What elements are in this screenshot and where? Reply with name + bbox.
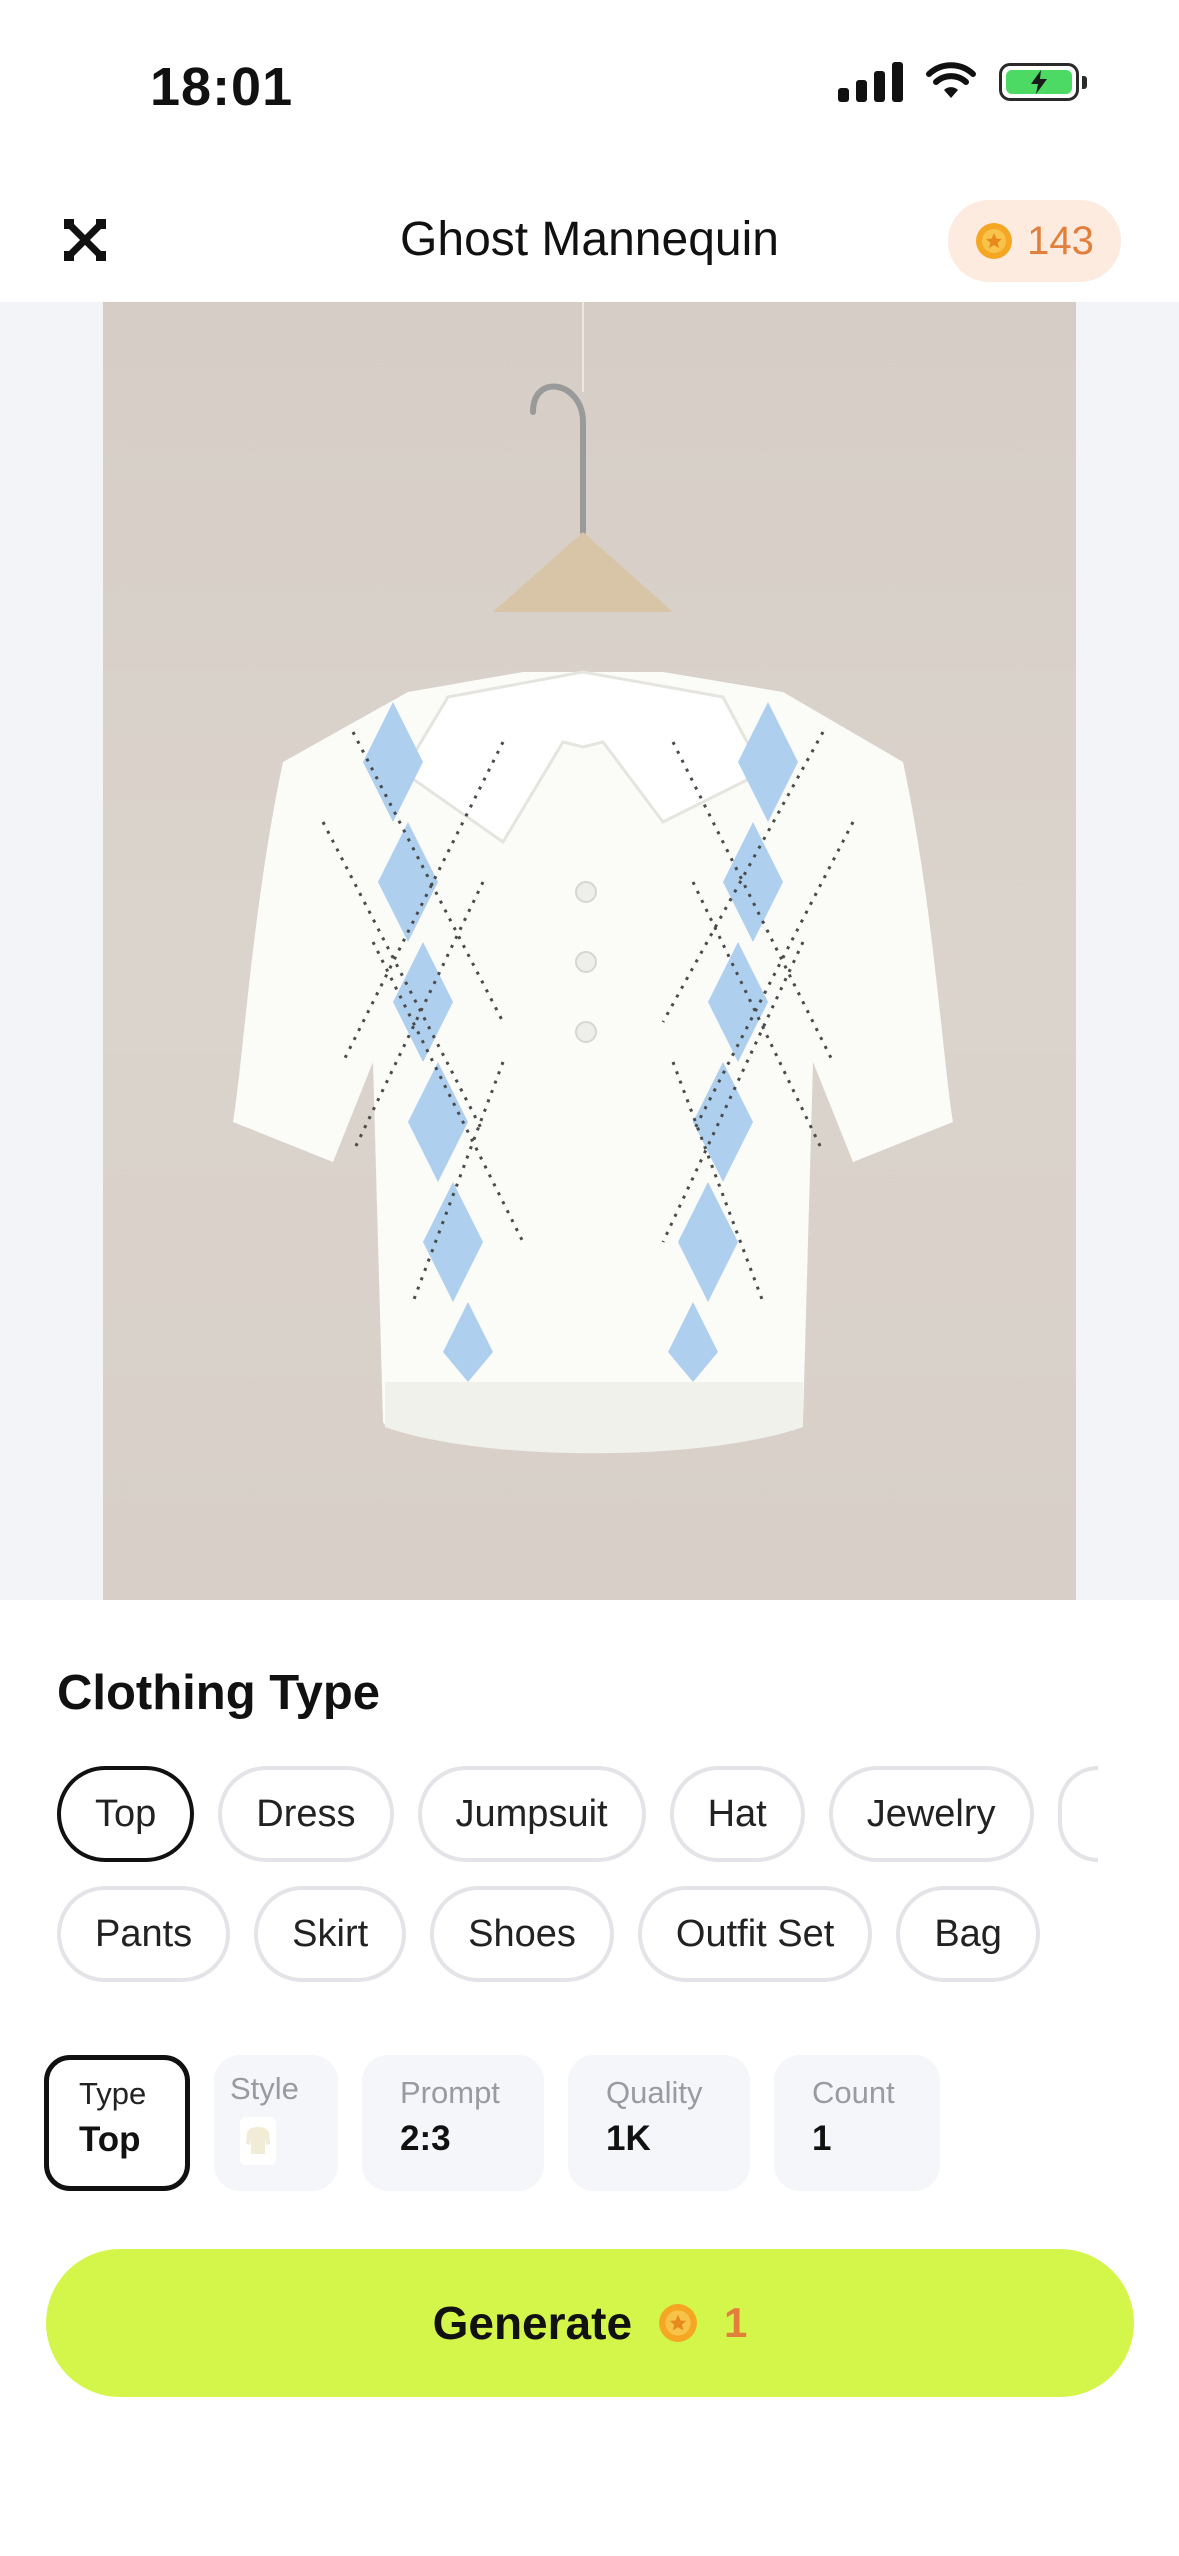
clothing-type-heading: Clothing Type — [57, 1666, 380, 1720]
prompt-setting-card[interactable]: Prompt 2:3 — [362, 2055, 544, 2191]
quality-value: 1K — [606, 2119, 651, 2158]
chip-skirt[interactable]: Skirt — [254, 1886, 407, 1982]
prompt-label: Prompt — [400, 2075, 500, 2110]
chip-jewelry[interactable]: Jewelry — [828, 1766, 1034, 1862]
chip-overflow-partial[interactable] — [1057, 1766, 1098, 1862]
prompt-value: 2:3 — [400, 2119, 451, 2158]
garment-illustration — [233, 302, 953, 1454]
chip-pants[interactable]: Pants — [57, 1886, 231, 1982]
style-setting-card[interactable]: Style — [214, 2055, 338, 2191]
status-time: 18:01 — [150, 57, 294, 117]
style-thumbnail — [240, 2117, 276, 2165]
wifi-icon — [926, 62, 976, 98]
chip-bag[interactable]: Bag — [896, 1886, 1040, 1982]
generate-button[interactable]: Generate 1 — [46, 2249, 1134, 2397]
generate-label: Generate — [432, 2297, 633, 2349]
count-value: 1 — [812, 2119, 832, 2158]
generation-settings: Type Top Style Prompt 2:3 Quality 1K Cou… — [44, 2055, 940, 2191]
cellular-signal-icon — [838, 62, 903, 102]
coin-count: 143 — [1027, 218, 1094, 263]
type-setting-card[interactable]: Type Top — [44, 2055, 190, 2191]
quality-label: Quality — [606, 2075, 703, 2110]
count-label: Count — [812, 2075, 895, 2110]
chip-top[interactable]: Top — [57, 1766, 195, 1862]
style-label: Style — [230, 2071, 299, 2106]
battery-icon — [999, 63, 1087, 101]
status-bar: 18:01 — [0, 0, 1179, 175]
count-setting-card[interactable]: Count 1 — [774, 2055, 940, 2191]
shirt-thumbnail-icon — [246, 2127, 270, 2154]
coin-icon — [659, 2304, 697, 2342]
chip-jumpsuit[interactable]: Jumpsuit — [417, 1766, 646, 1862]
chip-outfit-set[interactable]: Outfit Set — [637, 1886, 873, 1982]
chip-dress[interactable]: Dress — [218, 1766, 394, 1862]
charging-bolt-icon — [1031, 70, 1047, 94]
type-value: Top — [79, 2120, 141, 2159]
status-icons — [838, 62, 1087, 102]
generate-cost: 1 — [724, 2299, 748, 2346]
clothing-type-row-2: Pants Skirt Shoes Outfit Set Bag — [57, 1886, 1040, 1982]
image-preview-area — [0, 302, 1179, 1600]
coin-balance-badge[interactable]: 143 — [948, 200, 1121, 282]
coin-icon — [976, 223, 1013, 259]
header: Ghost Mannequin 143 — [0, 190, 1179, 300]
chip-hat[interactable]: Hat — [669, 1766, 805, 1862]
quality-setting-card[interactable]: Quality 1K — [568, 2055, 750, 2191]
garment-photo[interactable] — [103, 302, 1076, 1600]
type-label: Type — [79, 2076, 147, 2111]
clothing-type-row-1: Top Dress Jumpsuit Hat Jewelry — [57, 1766, 1098, 1862]
chip-shoes[interactable]: Shoes — [430, 1886, 614, 1982]
